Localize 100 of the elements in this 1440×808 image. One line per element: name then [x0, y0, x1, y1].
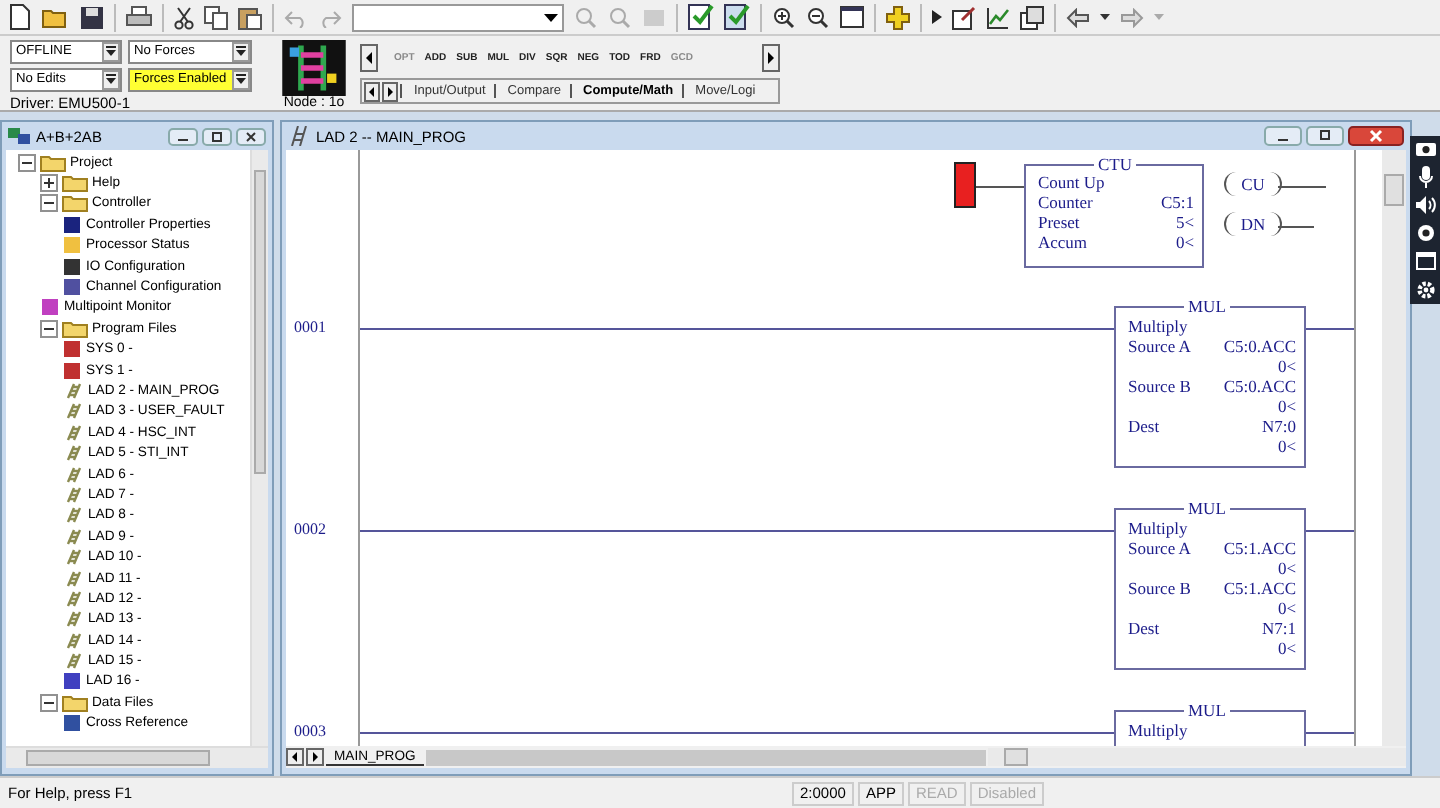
folder-icon [62, 174, 88, 193]
block-value: 0< [1277, 598, 1296, 618]
properties-icon[interactable] [1020, 5, 1044, 29]
block-label: Source A [1128, 336, 1191, 356]
ladder-icon [62, 465, 84, 484]
folder-icon [62, 194, 88, 213]
collapse-icon[interactable] [40, 693, 58, 712]
sheet-scroll-right-icon[interactable] [306, 748, 324, 766]
collapse-icon[interactable] [18, 153, 36, 172]
speaker-icon[interactable] [1415, 196, 1435, 215]
block-value: 0< [1277, 396, 1296, 416]
block-label: Multiply [1128, 518, 1188, 538]
block-value: C5:0.ACC [1223, 376, 1296, 396]
scroll-left-icon[interactable] [360, 44, 378, 72]
block-value: N7:0 [1262, 416, 1296, 436]
webcam-icon[interactable] [1415, 223, 1435, 244]
plus-icon[interactable] [886, 5, 910, 29]
ladder-file-icon [288, 126, 310, 146]
tab-scroll-left-icon[interactable] [364, 81, 380, 101]
caret-icon [544, 13, 558, 21]
rung-wire [1278, 186, 1326, 188]
vertical-scrollbar[interactable] [250, 150, 268, 746]
verify-icon[interactable] [688, 4, 714, 30]
ladder-icon [62, 610, 84, 629]
block-title: MUL [1184, 498, 1230, 518]
ladder-logo-icon [280, 40, 348, 96]
block-value: N7:1 [1262, 618, 1296, 638]
ladder-icon [62, 652, 84, 671]
zoom-in-icon[interactable] [772, 5, 796, 29]
ladder-icon [62, 485, 84, 504]
microphone-icon[interactable] [1417, 165, 1433, 188]
copy-icon[interactable] [204, 5, 228, 29]
ladder-icon [62, 527, 84, 546]
settings-icon[interactable] [1415, 279, 1435, 300]
block-value: C5:1.ACC [1223, 538, 1296, 558]
open-folder-icon[interactable] [42, 5, 70, 29]
rung-number: 0003 [294, 722, 326, 740]
caret-icon[interactable] [1100, 14, 1110, 20]
minimize-icon[interactable] [168, 127, 198, 145]
block-label: Dest [1128, 416, 1160, 436]
expand-icon[interactable] [40, 174, 58, 193]
address-field[interactable] [352, 3, 564, 31]
block-label: Multiply [1128, 316, 1188, 336]
ladder-icon [62, 569, 84, 587]
camera-icon[interactable] [1415, 140, 1435, 157]
block-label: Preset [1038, 212, 1080, 232]
collapse-icon[interactable] [40, 319, 58, 338]
print-icon[interactable] [126, 5, 152, 29]
block-label: Dest [1128, 618, 1160, 638]
block-label: Counter [1038, 192, 1093, 212]
ladder-icon [62, 381, 84, 400]
block-label: Count Up [1038, 172, 1105, 192]
folder-icon [62, 319, 88, 338]
zoom-out-icon[interactable] [806, 5, 830, 29]
close-icon[interactable] [236, 127, 266, 145]
restore-icon[interactable] [202, 127, 232, 145]
rung-number: 0002 [294, 520, 326, 538]
block-label: Source B [1128, 578, 1191, 598]
block-value: 0< [1277, 436, 1296, 456]
block-label: Source B [1128, 376, 1191, 396]
verify-project-icon[interactable] [724, 4, 750, 30]
block-value: C5:0.ACC [1223, 336, 1296, 356]
contact[interactable] [954, 162, 976, 208]
document-edit-icon[interactable] [952, 5, 976, 29]
tab-scroll-right-icon[interactable] [382, 81, 398, 101]
cut-icon[interactable] [174, 5, 194, 29]
ladder-icon [62, 631, 84, 650]
ladder-icon [62, 506, 84, 525]
paste-icon[interactable] [238, 5, 262, 29]
block-value: 0< [1277, 638, 1296, 658]
ladder-icon [62, 423, 84, 442]
block-value: C5:1.ACC [1223, 578, 1296, 598]
block-label: Source A [1128, 538, 1191, 558]
ladder-icon [62, 548, 84, 567]
chart-icon[interactable] [986, 5, 1010, 29]
sheet-scroll-left-icon[interactable] [286, 748, 304, 766]
back-arrow-icon[interactable] [1066, 7, 1090, 27]
ladder-icon [62, 589, 84, 608]
block-title: CTU [1094, 154, 1136, 174]
block-label: Accum [1038, 232, 1088, 252]
block-title: MUL [1184, 700, 1230, 720]
block-title: MUL [1184, 296, 1230, 316]
ladder-icon [62, 402, 84, 421]
play-icon[interactable] [932, 10, 942, 24]
new-file-icon[interactable] [8, 4, 32, 30]
save-icon[interactable] [80, 5, 104, 29]
block-value: 0< [1277, 558, 1296, 578]
block-value: 5< [1175, 212, 1194, 232]
scroll-right-icon[interactable] [762, 44, 780, 72]
restore-icon[interactable] [1306, 126, 1344, 146]
minimize-icon[interactable] [1264, 126, 1302, 146]
window-icon[interactable] [840, 6, 864, 28]
block-value: C5:1 [1160, 192, 1194, 212]
close-icon[interactable] [1348, 126, 1404, 146]
horizontal-scrollbar[interactable] [6, 746, 268, 768]
horizontal-scrollbar[interactable] [987, 748, 1406, 766]
collapse-icon[interactable] [40, 194, 58, 213]
ladder-icon [62, 444, 84, 463]
vertical-scrollbar[interactable] [1382, 150, 1406, 746]
rung-number: 0001 [294, 318, 326, 336]
